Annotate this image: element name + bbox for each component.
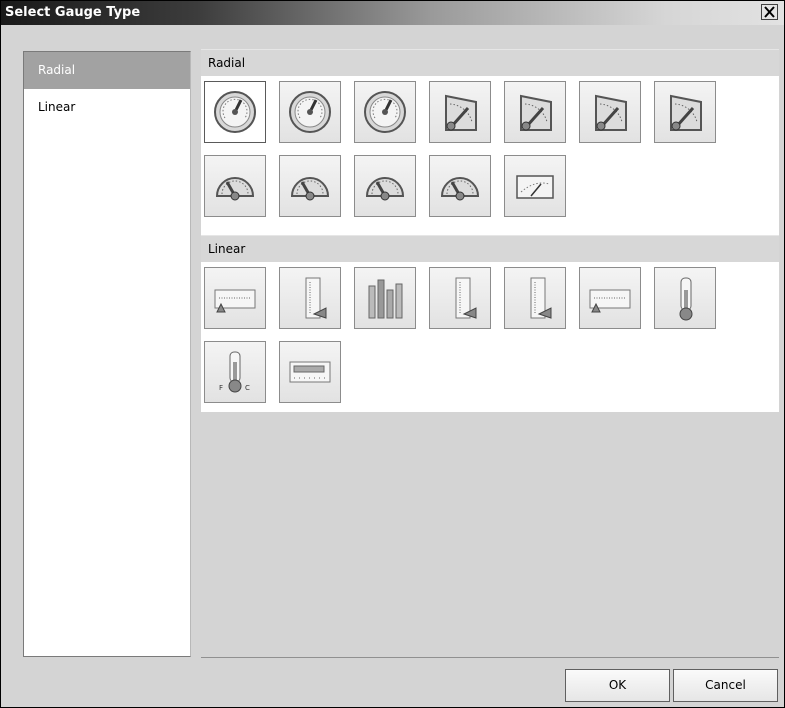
svg-text:F: F: [219, 384, 223, 392]
gauge-type-tile[interactable]: [279, 267, 341, 329]
gauge-type-tile[interactable]: [354, 155, 416, 217]
gauge-type-tile[interactable]: [204, 155, 266, 217]
gauge-type-tile[interactable]: [579, 267, 641, 329]
gauge-type-tile[interactable]: [204, 81, 266, 143]
gauge-type-tile[interactable]: [429, 81, 491, 143]
gauge-type-tile[interactable]: [204, 267, 266, 329]
gauge-type-tile[interactable]: [354, 267, 416, 329]
section-header-linear: Linear: [201, 235, 779, 262]
linear-multibar-gauge-icon: [368, 279, 403, 319]
radial-meter-gauge-icon: [516, 175, 554, 199]
gauge-type-tile[interactable]: [504, 267, 566, 329]
linear-vertical-gauge-icon: [305, 277, 327, 319]
linear-horizontal-gauge-icon: [589, 289, 631, 313]
ok-button[interactable]: OK: [565, 669, 670, 702]
radial-quarter-gauge-icon: [520, 94, 552, 131]
thermometer-fc-gauge-icon: FC: [219, 351, 250, 393]
gauge-type-tile[interactable]: [579, 81, 641, 143]
gauge-type-tile[interactable]: [654, 81, 716, 143]
radial-half-gauge-icon: [440, 177, 480, 201]
close-icon: [764, 6, 775, 18]
gauge-type-tile[interactable]: [429, 267, 491, 329]
gauge-type-tile[interactable]: [279, 81, 341, 143]
gauge-type-tile[interactable]: [429, 155, 491, 217]
sidebar-item-radial[interactable]: Radial: [24, 52, 190, 89]
close-button[interactable]: [761, 4, 778, 20]
radial-half-gauge-icon: [365, 177, 405, 201]
select-gauge-dialog: Select Gauge Type Radial Linear Radial L…: [0, 0, 785, 708]
linear-horizontal-gauge-icon: [214, 289, 256, 313]
linear-gauge-grid: FC: [201, 262, 764, 421]
radial-full-gauge-icon: [214, 91, 256, 133]
gauge-type-tile[interactable]: [279, 155, 341, 217]
radial-half-gauge-icon: [215, 177, 255, 201]
linear-vertical-gauge-icon: [530, 277, 552, 319]
radial-gauge-grid: [201, 76, 764, 235]
radial-full-gauge-icon: [289, 91, 331, 133]
section-header-radial: Radial: [201, 49, 779, 76]
gauge-gallery: Radial Linear FC: [201, 49, 779, 412]
radial-quarter-gauge-icon: [595, 94, 627, 131]
gauge-type-tile[interactable]: [504, 81, 566, 143]
svg-text:C: C: [245, 384, 250, 392]
gauge-category-list: Radial Linear: [23, 51, 191, 657]
radial-quarter-gauge-icon: [445, 94, 477, 131]
linear-bar-gauge-icon: [289, 361, 331, 383]
gauge-type-tile[interactable]: FC: [204, 341, 266, 403]
cancel-button[interactable]: Cancel: [673, 669, 778, 702]
radial-quarter-gauge-icon: [670, 94, 702, 131]
dialog-title: Select Gauge Type: [5, 5, 141, 20]
gauge-type-tile[interactable]: [279, 341, 341, 403]
footer-divider: [201, 657, 779, 658]
gauge-type-tile[interactable]: [354, 81, 416, 143]
radial-half-gauge-icon: [290, 177, 330, 201]
gauge-type-tile[interactable]: [504, 155, 566, 217]
thermometer-gauge-icon: [679, 277, 693, 321]
radial-full-gauge-icon: [364, 91, 406, 133]
linear-vertical-gauge-icon: [455, 277, 477, 319]
sidebar-item-linear[interactable]: Linear: [24, 89, 190, 125]
title-bar: Select Gauge Type: [1, 1, 784, 25]
gauge-type-tile[interactable]: [654, 267, 716, 329]
